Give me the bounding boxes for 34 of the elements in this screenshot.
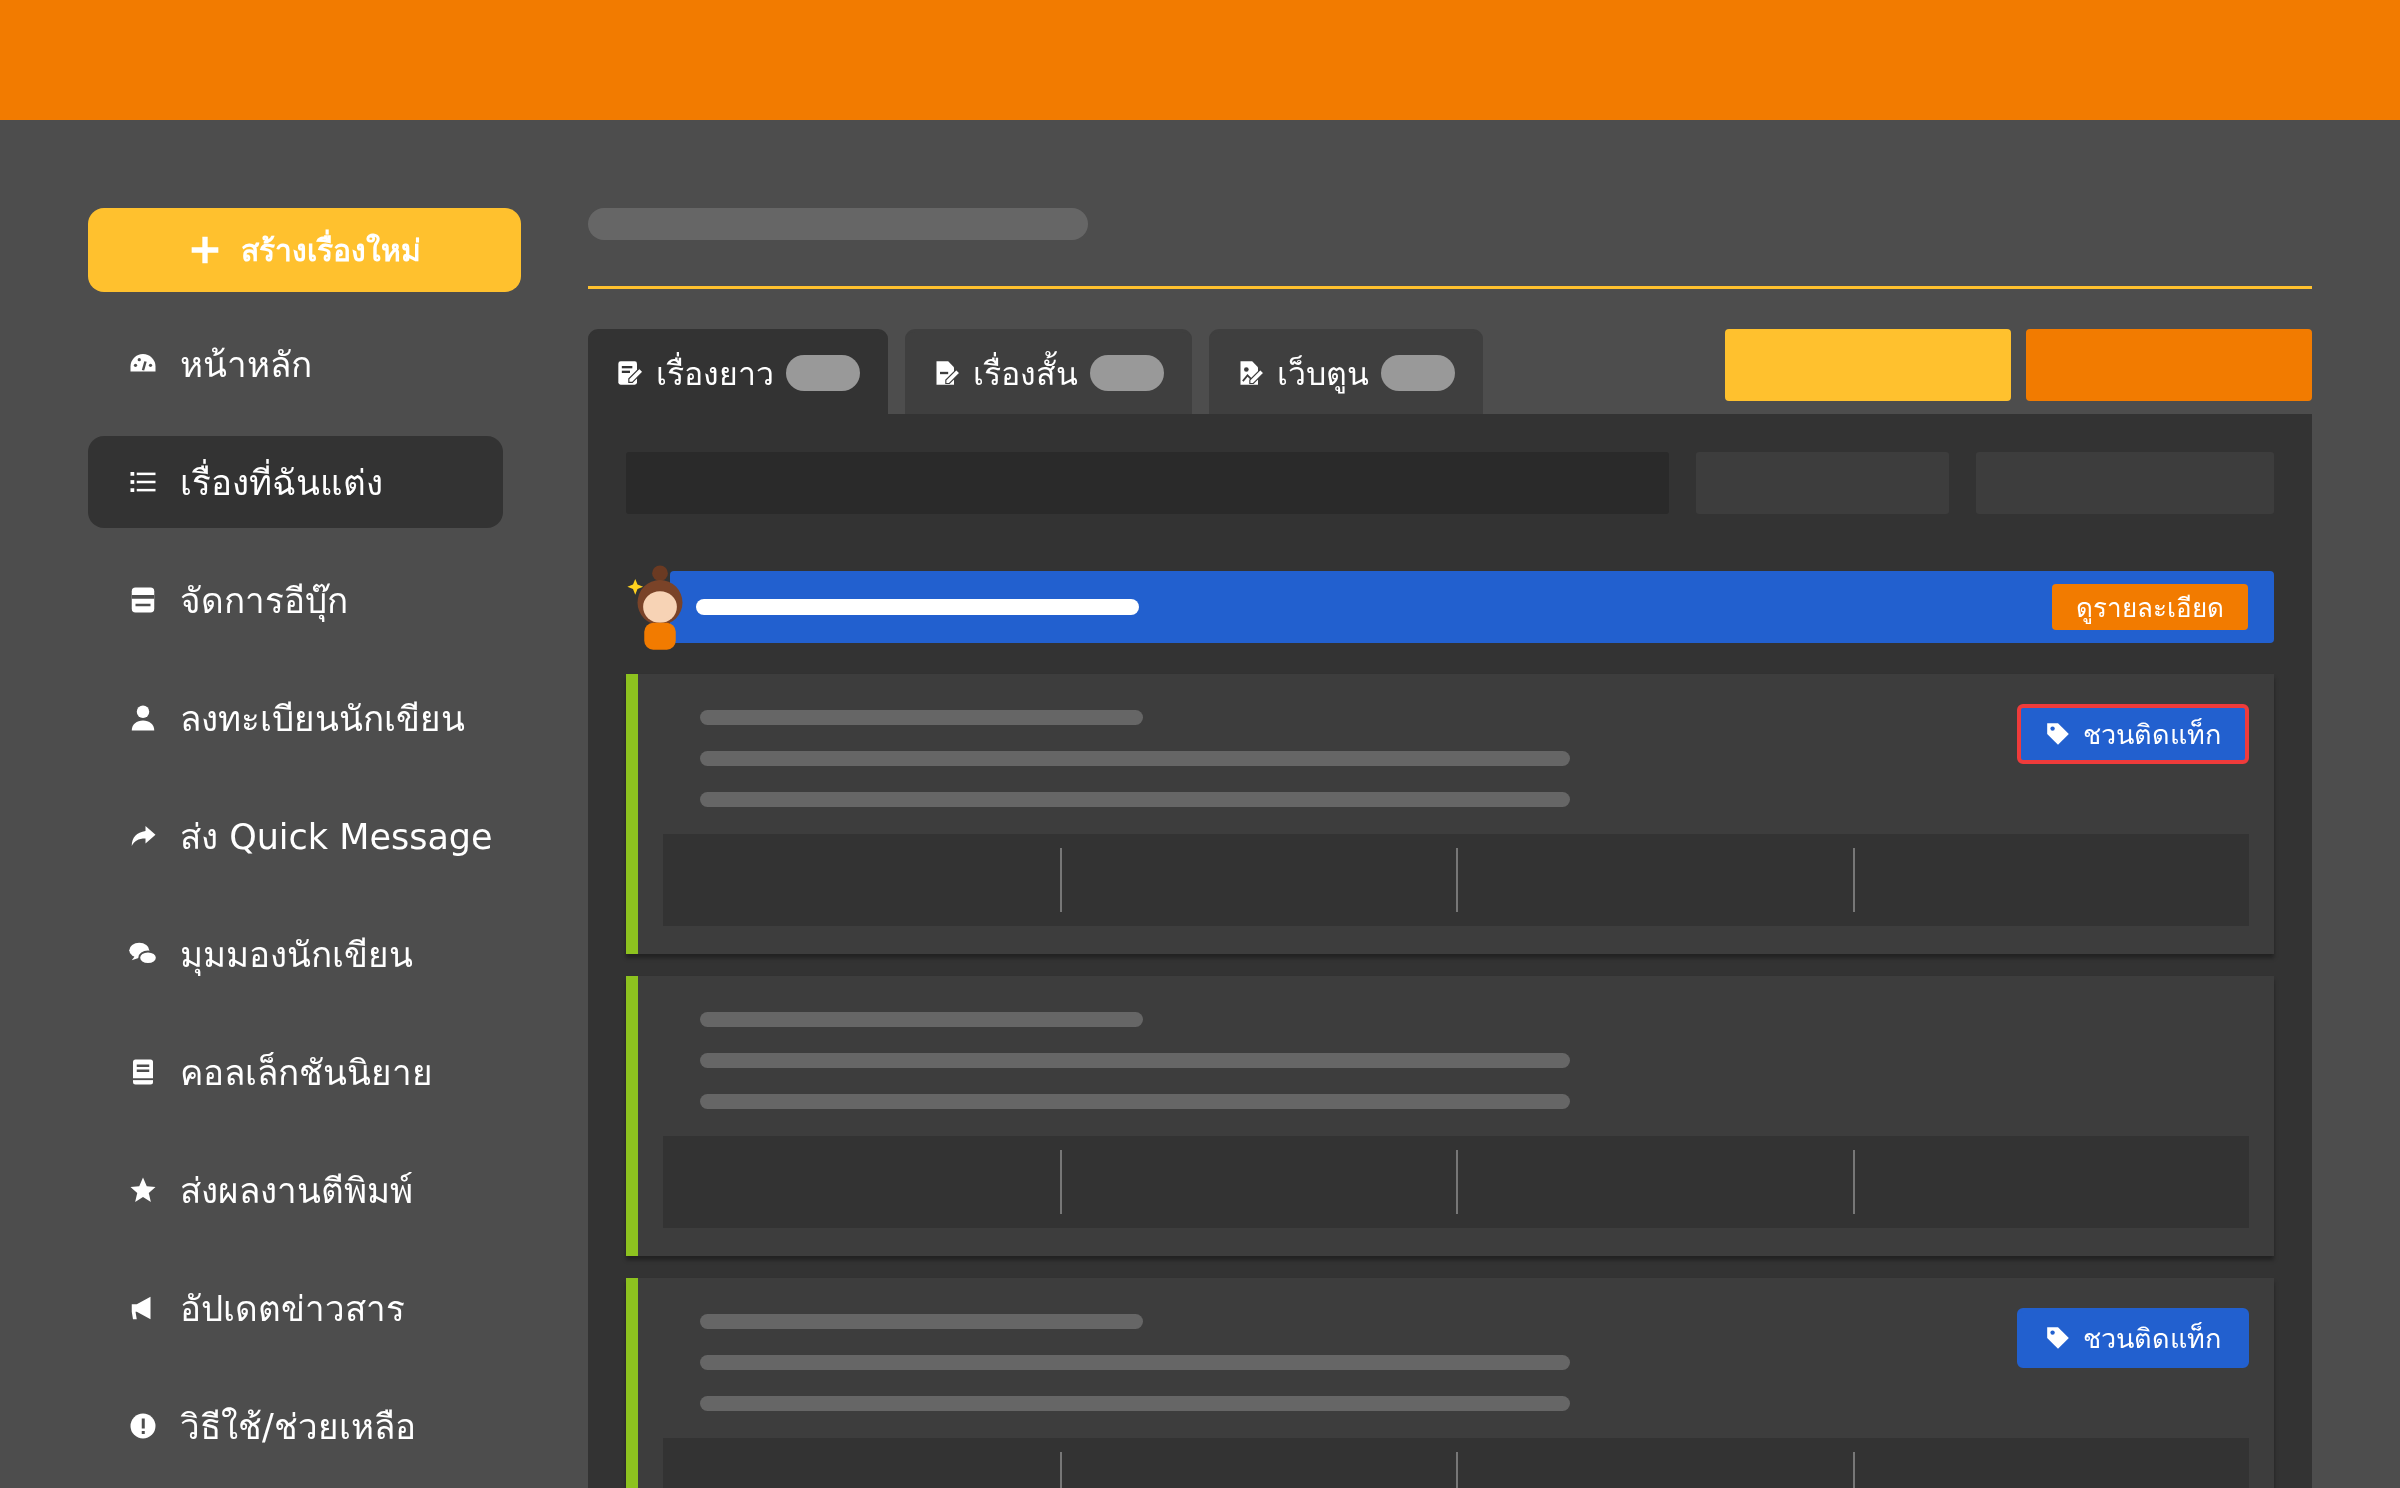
sidebar-item[interactable]: อัปเดตข่าวสาร bbox=[88, 1262, 503, 1354]
tag-icon bbox=[2045, 721, 2071, 747]
sidebar-item[interactable]: เรื่องที่ฉันแต่ง bbox=[88, 436, 503, 528]
sidebar-item[interactable]: ลงทะเบียนนักเขียน bbox=[88, 672, 503, 764]
tag-button[interactable]: ชวนติดแท็ก bbox=[2017, 704, 2249, 764]
action-button[interactable] bbox=[1725, 329, 2011, 401]
sidebar-item-label: จัดการอีบุ๊ก bbox=[180, 579, 348, 624]
action-button[interactable] bbox=[2026, 329, 2312, 401]
tab-label: เรื่องสั้น bbox=[973, 347, 1078, 399]
sidebar-item[interactable]: ส่ง Quick Message bbox=[88, 790, 503, 882]
tag-icon bbox=[2045, 1325, 2071, 1351]
tab-label: เว็บตูน bbox=[1277, 353, 1369, 396]
sidebar-item-label: วิธีใช้/ช่วยเหลือ bbox=[180, 1405, 416, 1449]
sidebar-item-label: หน้าหลัก bbox=[180, 343, 312, 387]
sidebar-item-label: ส่งผลงานตีพิมพ์ bbox=[180, 1169, 413, 1213]
sidebar-item-label: ส่ง Quick Message bbox=[180, 815, 493, 859]
document-pen-icon bbox=[616, 359, 644, 387]
sidebar-item-label: อัปเดตข่าวสาร bbox=[180, 1287, 405, 1331]
alert-icon bbox=[128, 1411, 158, 1441]
tab[interactable]: เว็บตูน bbox=[1209, 329, 1483, 414]
sidebar-item-label: เรื่องที่ฉันแต่ง bbox=[180, 454, 383, 510]
sidebar-item-label: ลงทะเบียนนักเขียน bbox=[180, 697, 465, 741]
tag-button[interactable]: ชวนติดแท็ก bbox=[2017, 1308, 2249, 1368]
sidebar-item[interactable]: หน้าหลัก bbox=[88, 318, 503, 410]
sidebar-item-label: คอลเล็กชันนิยาย bbox=[180, 1051, 433, 1095]
tab-label: เรื่องยาว bbox=[656, 351, 774, 395]
sidebar-item[interactable]: วิธีใช้/ช่วยเหลือ bbox=[88, 1380, 503, 1472]
sidebar-item[interactable]: ส่งผลงานตีพิมพ์ bbox=[88, 1144, 503, 1236]
sidebar-item[interactable]: มุมมองนักเขียน bbox=[88, 908, 503, 1000]
sidebar-item[interactable]: จัดการอีบุ๊ก bbox=[88, 554, 503, 646]
sidebar-item[interactable]: คอลเล็กชันนิยาย bbox=[88, 1026, 503, 1118]
tab[interactable]: เรื่องสั้น bbox=[905, 329, 1192, 414]
tab[interactable]: เรื่องยาว bbox=[588, 329, 888, 414]
sidebar-item-label: มุมมองนักเขียน bbox=[180, 933, 413, 978]
